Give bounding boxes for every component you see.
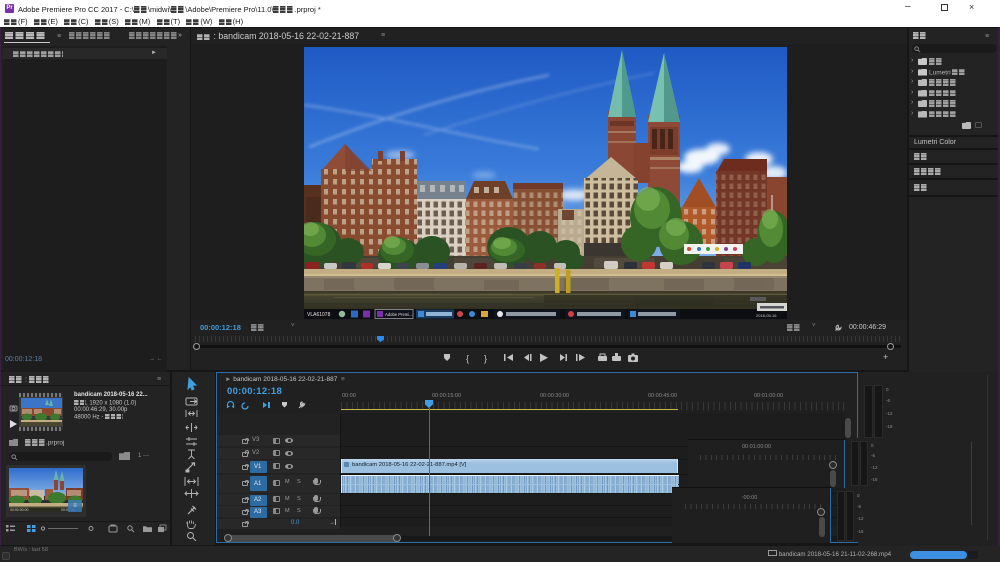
svg-text:VLA61078: VLA61078 xyxy=(307,312,331,318)
svg-text:2018-05-16: 2018-05-16 xyxy=(756,313,777,318)
svg-text:Adobe Premi...: Adobe Premi... xyxy=(385,312,413,317)
svg-text:}: } xyxy=(484,354,487,364)
svg-text:{: { xyxy=(466,354,469,364)
